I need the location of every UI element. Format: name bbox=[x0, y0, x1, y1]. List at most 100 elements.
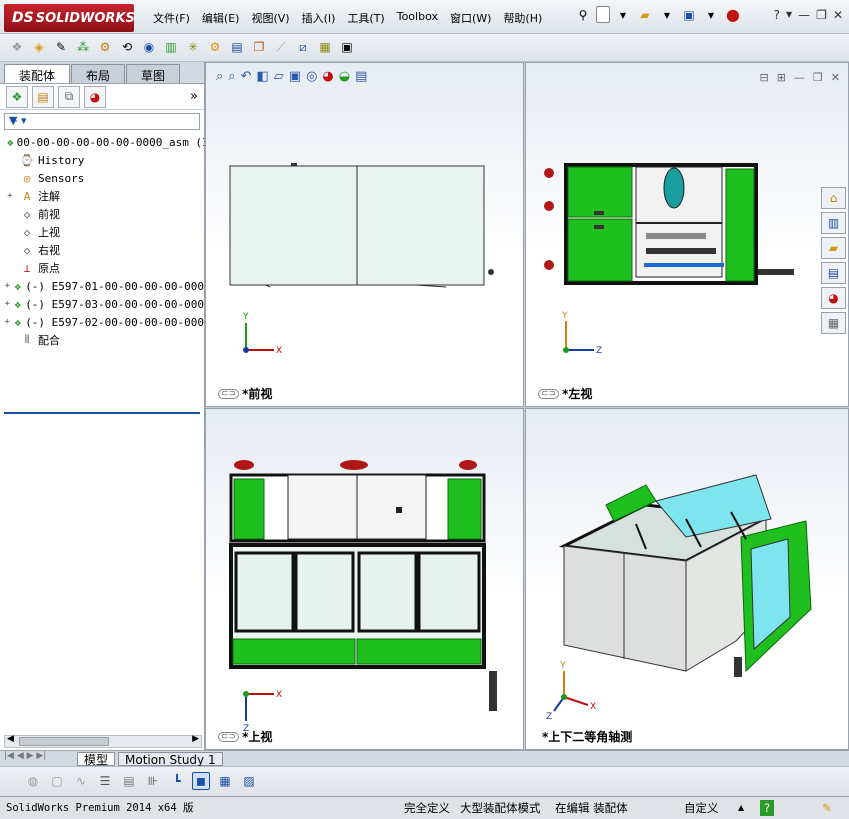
solidworks-logo[interactable]: DS SOLIDWORKS bbox=[4, 4, 135, 32]
solidworks-resources-icon[interactable]: ⌂ bbox=[821, 187, 846, 209]
tree-item[interactable]: ◇ 上视 bbox=[4, 223, 204, 241]
rollback-bar[interactable] bbox=[4, 412, 200, 414]
viewport-left[interactable]: ⊟ ⊞ — ❐ ✕ Y Z ⊂⊃ *左视 ⌂ ▥ ▰ ▤ ◕ ▦ bbox=[525, 62, 849, 407]
expand-toggle-icon[interactable]: + bbox=[4, 191, 16, 201]
menu-view[interactable]: 视图(V) bbox=[246, 8, 294, 28]
menu-edit[interactable]: 编辑(E) bbox=[197, 8, 245, 28]
menu-tools[interactable]: 工具(T) bbox=[342, 8, 389, 28]
tab-layout[interactable]: 布局 bbox=[71, 64, 126, 83]
tree-item[interactable]: + ❖ (-) E597-03-00-00-00-00-000 bbox=[4, 295, 204, 313]
viewport-isometric[interactable]: Y X Z *上下二等角轴测 bbox=[525, 408, 849, 750]
tree-item[interactable]: + ❖ (-) E597-02-00-00-00-00-000 bbox=[4, 313, 204, 331]
dropdown-arrow-icon[interactable]: ▼ bbox=[702, 6, 720, 24]
dropdown-arrow-icon[interactable]: ▼ bbox=[614, 6, 632, 24]
link-views-icon[interactable]: ⊂⊃ bbox=[538, 388, 560, 399]
tree-item[interactable]: ❖ 00-00-00-00-00-00-0000_asm (I bbox=[4, 133, 204, 151]
tree-item[interactable]: ⊥ 原点 bbox=[4, 259, 204, 277]
tab-nav-arrows[interactable]: |◀ ◀ ▶ ▶| bbox=[4, 751, 46, 761]
link-views-icon[interactable]: ⊂⊃ bbox=[218, 731, 240, 742]
tree-item[interactable]: + ❖ (-) E597-01-00-00-00-00-000 bbox=[4, 277, 204, 295]
dropdown-arrow-icon[interactable]: ▼ bbox=[786, 8, 792, 22]
units-selector[interactable]: 自定义 bbox=[684, 800, 719, 816]
file-explorer-icon[interactable]: ▰ bbox=[821, 237, 846, 259]
menu-window[interactable]: 窗口(W) bbox=[445, 8, 496, 28]
mate-icon[interactable]: ✎ bbox=[52, 38, 70, 56]
tree-item[interactable]: ◎ Sensors bbox=[4, 169, 204, 187]
smart-fasteners-icon[interactable]: ⚙ bbox=[96, 38, 114, 56]
restore-icon[interactable]: ❐ bbox=[816, 8, 827, 22]
chart-icon[interactable]: ┗ bbox=[168, 772, 186, 790]
tab-motion-study[interactable]: Motion Study 1 bbox=[118, 752, 223, 767]
help-status-icon[interactable]: ? bbox=[760, 800, 774, 816]
tree-item[interactable]: + A 注解 bbox=[4, 187, 204, 205]
configuration-manager-icon[interactable]: ⧉ bbox=[58, 85, 80, 108]
property-manager-icon[interactable]: ▤ bbox=[32, 85, 54, 108]
show-hidden-icon[interactable]: ◉ bbox=[140, 38, 158, 56]
tab-model[interactable]: 模型 bbox=[77, 752, 116, 767]
menu-toolbox[interactable]: Toolbox bbox=[392, 8, 443, 28]
minimize-icon[interactable]: — bbox=[798, 8, 810, 22]
interference-detection-icon[interactable]: ⧄ bbox=[294, 38, 312, 56]
spline-icon[interactable]: ∿ bbox=[72, 772, 90, 790]
menu-help[interactable]: 帮助(H) bbox=[498, 8, 547, 28]
feature-manager-icon[interactable]: ❖ bbox=[6, 85, 28, 108]
custom-properties-icon[interactable]: ▦ bbox=[821, 312, 846, 334]
expand-toggle-icon[interactable]: + bbox=[4, 299, 11, 309]
new-document-icon[interactable] bbox=[596, 6, 610, 23]
insert-component-icon[interactable]: ❖ bbox=[8, 38, 26, 56]
linear-pattern-icon[interactable]: ⁂ bbox=[74, 38, 92, 56]
expand-toggle-icon[interactable]: + bbox=[4, 281, 11, 291]
viewport-front[interactable]: ⌕ ⌕ ↶ ◧ ▱ ▣ ◎ ◕ ◒ ▤ Y X ⊂⊃ *前视 bbox=[205, 62, 524, 407]
open-folder-icon[interactable]: ▰ bbox=[636, 6, 654, 24]
expand-chevron-icon[interactable]: » bbox=[190, 89, 198, 104]
clearance-verification-icon[interactable]: ▦ bbox=[316, 38, 334, 56]
close-icon[interactable]: ✕ bbox=[833, 8, 843, 22]
dropdown-arrow-icon[interactable]: ▼ bbox=[658, 6, 676, 24]
tree-item[interactable]: ⦀ 配合 bbox=[4, 331, 204, 349]
move-component-icon[interactable]: ⟲ bbox=[118, 38, 136, 56]
design-library-icon[interactable]: ▥ bbox=[821, 212, 846, 234]
exploded-view-icon[interactable]: ❐ bbox=[250, 38, 268, 56]
appearances-icon[interactable]: ◕ bbox=[821, 287, 846, 309]
display-manager-icon[interactable]: ◕ bbox=[84, 85, 106, 108]
assembly-features-icon[interactable]: ▥ bbox=[162, 38, 180, 56]
filter-icon[interactable]: ▼̶ ▾ bbox=[9, 114, 26, 127]
tab-assembly[interactable]: 装配体 bbox=[4, 64, 71, 83]
units-dropdown-icon[interactable]: ▲ bbox=[738, 800, 744, 816]
grid-icon[interactable]: ▤ bbox=[120, 772, 138, 790]
graphics-area[interactable]: ◂◂◂ ⌕ ⌕ ↶ ◧ ▱ ▣ ◎ ◕ ◒ ▤ bbox=[205, 62, 849, 750]
viewport-top[interactable]: Z X ⊂⊃ *上视 bbox=[205, 408, 524, 750]
reference-geometry-icon[interactable]: ✳ bbox=[184, 38, 202, 56]
solid-body-icon[interactable]: ◍ bbox=[24, 772, 42, 790]
table-icon[interactable]: ▦ bbox=[216, 772, 234, 790]
tree-item[interactable]: ◇ 前视 bbox=[4, 205, 204, 223]
rebuild-traffic-light-icon[interactable]: ⬤ bbox=[724, 6, 742, 24]
cube-view-icon[interactable]: ◼ bbox=[192, 772, 210, 790]
menu-insert[interactable]: 插入(I) bbox=[297, 8, 341, 28]
scroll-left-icon[interactable]: ◀ bbox=[7, 734, 14, 744]
expand-toggle-icon[interactable]: + bbox=[4, 317, 11, 327]
scrollbar-thumb[interactable] bbox=[19, 737, 109, 746]
tree-item[interactable]: ⌚ History bbox=[4, 151, 204, 169]
help-icon[interactable]: ? bbox=[774, 8, 780, 22]
bill-of-materials-icon[interactable]: ▤ bbox=[228, 38, 246, 56]
tree-filter[interactable]: ▼̶ ▾ bbox=[4, 113, 200, 130]
menu-file[interactable]: 文件(F) bbox=[148, 8, 195, 28]
notification-icon[interactable]: ✎ bbox=[822, 800, 832, 816]
link-views-icon[interactable]: ⊂⊃ bbox=[218, 388, 240, 399]
pin-icon[interactable]: ⚲ bbox=[574, 6, 592, 24]
tree-horizontal-scrollbar[interactable]: ◀ ▶ bbox=[4, 734, 202, 748]
tab-sketch[interactable]: 草图 bbox=[126, 64, 181, 83]
new-part-icon[interactable]: ◈ bbox=[30, 38, 48, 56]
explode-line-sketch-icon[interactable]: ⟋ bbox=[272, 38, 290, 56]
image-icon[interactable]: ▨ bbox=[240, 772, 258, 790]
tree-item[interactable]: ◇ 右视 bbox=[4, 241, 204, 259]
instant3d-icon[interactable]: ▣ bbox=[338, 38, 356, 56]
view-palette-icon[interactable]: ▤ bbox=[821, 262, 846, 284]
surface-icon[interactable]: ▢ bbox=[48, 772, 66, 790]
new-motion-study-icon[interactable]: ⚙ bbox=[206, 38, 224, 56]
lines-icon[interactable]: ☰ bbox=[96, 772, 114, 790]
dimension-icon[interactable]: ⊪ bbox=[144, 772, 162, 790]
save-icon[interactable]: ▣ bbox=[680, 6, 698, 24]
scroll-right-icon[interactable]: ▶ bbox=[192, 734, 199, 744]
